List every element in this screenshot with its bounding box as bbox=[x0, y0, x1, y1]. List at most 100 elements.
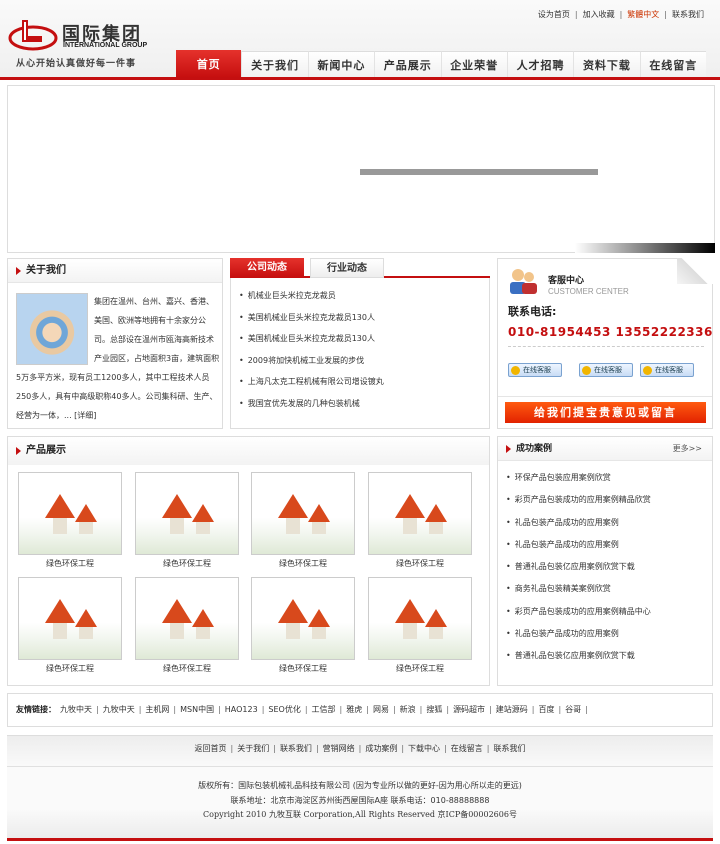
case-item[interactable]: 环保产品包装应用案例欣赏 bbox=[506, 472, 651, 494]
product-caption[interactable]: 绿色环保工程 bbox=[18, 558, 122, 569]
product-card[interactable]: 绿色环保工程 bbox=[251, 472, 355, 569]
footer-nav-link[interactable]: 在线留言 bbox=[451, 744, 483, 753]
top-links: 设为首页 | 加入收藏 | 繁體中文 | 联系我们 bbox=[537, 10, 704, 19]
product-image[interactable] bbox=[18, 472, 122, 555]
product-card[interactable]: 绿色环保工程 bbox=[135, 577, 239, 674]
nav-downloads[interactable]: 资料下载 bbox=[573, 51, 640, 77]
product-image[interactable] bbox=[135, 577, 239, 660]
nav-jobs[interactable]: 人才招聘 bbox=[506, 51, 574, 77]
news-item[interactable]: 上海凡太克工程机械有限公司增设镀丸 bbox=[239, 376, 384, 398]
tel-label: 联系电话: bbox=[508, 305, 557, 318]
set-homepage-link[interactable]: 设为首页 bbox=[538, 10, 570, 19]
friend-link[interactable]: 九牧中天 bbox=[60, 705, 92, 714]
service-panel: 客服中心 CUSTOMER CENTER 联系电话: 010-81954453 … bbox=[497, 258, 713, 429]
product-caption[interactable]: 绿色环保工程 bbox=[368, 558, 472, 569]
news-item[interactable]: 2009将加快机械工业发展的步伐 bbox=[239, 355, 384, 377]
news-item[interactable]: 机械业巨头米拉克龙裁员 bbox=[239, 290, 384, 312]
news-tabs: 公司动态 行业动态 bbox=[230, 258, 490, 278]
nav-message[interactable]: 在线留言 bbox=[639, 51, 706, 77]
nav-news[interactable]: 新闻中心 bbox=[307, 51, 375, 77]
footer: 返回首页 | 关于我们 | 联系我们 | 营销网络 | 成功案例 | 下载中心 | 在线留言 | 联系我们 … bbox=[7, 735, 713, 841]
tab-company-news[interactable]: 公司动态 bbox=[230, 258, 304, 278]
product-image[interactable] bbox=[135, 472, 239, 555]
product-card[interactable]: 绿色环保工程 bbox=[135, 472, 239, 569]
friend-link[interactable]: 百度 bbox=[538, 705, 554, 714]
friend-link[interactable]: MSN中国 bbox=[180, 705, 214, 714]
friend-link[interactable]: 谷哥 bbox=[565, 705, 581, 714]
product-image[interactable] bbox=[251, 472, 355, 555]
case-item[interactable]: 普通礼品包装亿应用案例欣赏下载 bbox=[506, 650, 651, 672]
product-image[interactable] bbox=[368, 472, 472, 555]
about-text-block: 集团在温州、台州、嘉兴、香港、美国、欧洲等地拥有十余家分公司。总部设在温州市瓯海… bbox=[16, 292, 220, 425]
about-title: 关于我们 bbox=[8, 259, 222, 283]
case-item[interactable]: 礼品包装产品成功的应用案例 bbox=[506, 628, 651, 650]
friend-link[interactable]: 建站源码 bbox=[496, 705, 528, 714]
product-caption[interactable]: 绿色环保工程 bbox=[251, 663, 355, 674]
product-image[interactable] bbox=[18, 577, 122, 660]
add-favorite-link[interactable]: 加入收藏 bbox=[583, 10, 615, 19]
footer-nav-link[interactable]: 联系我们 bbox=[493, 744, 525, 753]
case-item[interactable]: 彩页产品包装成功的应用案例精品中心 bbox=[506, 606, 651, 628]
case-item[interactable]: 礼品包装产品成功的应用案例 bbox=[506, 539, 651, 561]
footer-nav-link[interactable]: 营销网络 bbox=[323, 744, 355, 753]
friend-links-list: 九牧中天 | 九牧中天 | 主机网 | MSN中国 | HAO123 | SEO优化 | 工信部 | 雅虎 |… bbox=[60, 705, 592, 714]
product-card[interactable]: 绿色环保工程 bbox=[18, 472, 122, 569]
nav-home[interactable]: 首页 bbox=[176, 50, 242, 78]
separator: | bbox=[446, 705, 450, 714]
friend-link[interactable]: SEO优化 bbox=[268, 705, 300, 714]
footer-nav: 返回首页 | 关于我们 | 联系我们 | 营销网络 | 成功案例 | 下载中心 | 在线留言 | 联系我们 bbox=[7, 743, 713, 754]
product-caption[interactable]: 绿色环保工程 bbox=[18, 663, 122, 674]
contact-us-link[interactable]: 联系我们 bbox=[672, 10, 704, 19]
product-image[interactable] bbox=[368, 577, 472, 660]
news-item[interactable]: 美国机械业巨头米拉克龙裁员130人 bbox=[239, 333, 384, 355]
separator: | bbox=[218, 705, 221, 714]
friend-link[interactable]: 搜狐 bbox=[426, 705, 442, 714]
feedback-button[interactable]: 给我们提宝贵意见或留言 bbox=[505, 402, 706, 423]
case-item[interactable]: 商务礼品包装精美案例欣赏 bbox=[506, 583, 651, 605]
friend-links: 友情链接： 九牧中天 | 九牧中天 | 主机网 | MSN中国 | HAO123 | SEO优化 | 工信… bbox=[7, 693, 713, 727]
service-title: 客服中心 bbox=[548, 276, 585, 286]
product-caption[interactable]: 绿色环保工程 bbox=[135, 663, 239, 674]
friend-link[interactable]: 九牧中天 bbox=[103, 705, 135, 714]
footer-nav-link[interactable]: 成功案例 bbox=[365, 744, 397, 753]
friend-link[interactable]: 网易 bbox=[373, 705, 389, 714]
page-curl-decoration bbox=[677, 258, 713, 284]
friend-link[interactable]: 工信部 bbox=[312, 705, 336, 714]
product-caption[interactable]: 绿色环保工程 bbox=[135, 558, 239, 569]
friend-link[interactable]: 源码超市 bbox=[453, 705, 485, 714]
divider bbox=[498, 396, 712, 397]
traditional-chinese-link[interactable]: 繁體中文 bbox=[627, 10, 659, 19]
product-caption[interactable]: 绿色环保工程 bbox=[251, 558, 355, 569]
case-item[interactable]: 普通礼品包装亿应用案例欣赏下载 bbox=[506, 561, 651, 583]
case-item[interactable]: 彩页产品包装成功的应用案例精品欣赏 bbox=[506, 494, 651, 516]
nav-products[interactable]: 产品展示 bbox=[374, 51, 441, 77]
more-link[interactable]: 更多>> bbox=[673, 443, 702, 454]
product-caption[interactable]: 绿色环保工程 bbox=[368, 663, 472, 674]
friend-link[interactable]: 主机网 bbox=[145, 705, 169, 714]
footer-nav-link[interactable]: 返回首页 bbox=[195, 744, 227, 753]
logo-icon[interactable] bbox=[8, 16, 58, 52]
banner-loading-bar bbox=[360, 169, 598, 175]
product-image[interactable] bbox=[251, 577, 355, 660]
nav-about[interactable]: 关于我们 bbox=[241, 51, 308, 77]
product-card[interactable]: 绿色环保工程 bbox=[368, 472, 472, 569]
logo-subtext: INTERNATIONAL GROUP bbox=[63, 42, 148, 49]
footer-nav-link[interactable]: 下载中心 bbox=[408, 744, 440, 753]
product-card[interactable]: 绿色环保工程 bbox=[368, 577, 472, 674]
footer-nav-link[interactable]: 联系我们 bbox=[280, 744, 312, 753]
news-item[interactable]: 我国宜优先发展的几种包装机械 bbox=[239, 398, 384, 420]
qq-chat-button[interactable]: 在线客服 bbox=[508, 363, 562, 377]
product-card[interactable]: 绿色环保工程 bbox=[18, 577, 122, 674]
qq-chat-button[interactable]: 在线客服 bbox=[640, 363, 694, 377]
nav-honors[interactable]: 企业荣誉 bbox=[440, 51, 507, 77]
news-item[interactable]: 美国机械业巨头米拉克龙裁员130人 bbox=[239, 312, 384, 334]
friend-link[interactable]: HAO123 bbox=[225, 705, 258, 714]
friend-link[interactable]: 新浪 bbox=[400, 705, 416, 714]
qq-chat-button[interactable]: 在线客服 bbox=[579, 363, 633, 377]
separator: | bbox=[173, 705, 177, 714]
footer-nav-link[interactable]: 关于我们 bbox=[237, 744, 269, 753]
case-item[interactable]: 礼品包装产品成功的应用案例 bbox=[506, 517, 651, 539]
product-card[interactable]: 绿色环保工程 bbox=[251, 577, 355, 674]
friend-link[interactable]: 雅虎 bbox=[346, 705, 362, 714]
tab-industry-news[interactable]: 行业动态 bbox=[310, 258, 384, 278]
